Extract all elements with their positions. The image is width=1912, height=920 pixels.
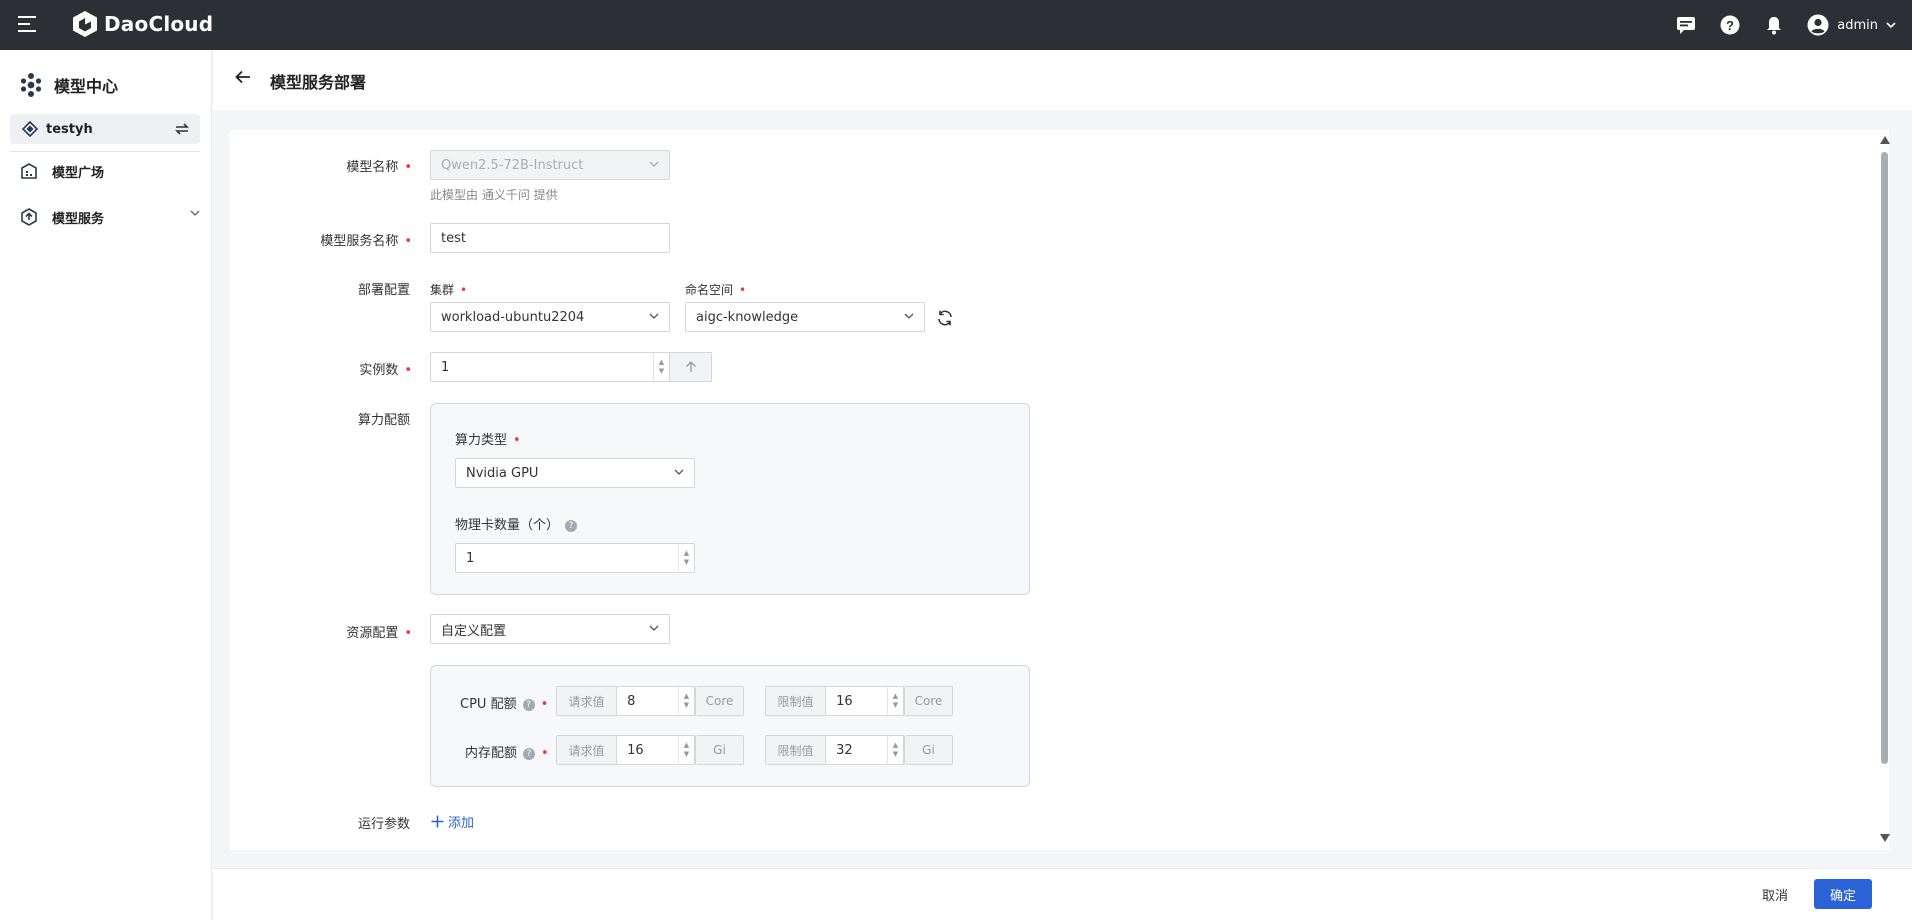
service-hexagon-icon xyxy=(21,208,37,226)
sidebar-item-label: 模型广场 xyxy=(52,165,105,181)
username: admin xyxy=(1837,17,1878,33)
scrollbar-thumb[interactable] xyxy=(1881,152,1888,764)
model-center-icon xyxy=(20,73,42,97)
cpu-request-input[interactable]: 8 ▲ ▼ xyxy=(616,687,695,715)
chevron-down-icon xyxy=(649,625,659,631)
help-icon[interactable]: ? xyxy=(523,747,536,760)
brand-name: DaoCloud xyxy=(104,12,214,36)
sidebar-item-model-square[interactable]: 模型广场 xyxy=(20,156,200,186)
service-name-label: 模型服务名称 • xyxy=(320,234,412,249)
avatar-icon xyxy=(1807,14,1829,36)
gpu-count-label: 物理卡数量（个）? xyxy=(455,514,578,533)
cluster-select[interactable]: workload-ubuntu2204 xyxy=(430,302,670,332)
cpu-limit-unit: Core xyxy=(905,686,953,716)
memory-limit-unit: Gi xyxy=(905,735,953,765)
runtime-params-label: 运行参数 xyxy=(357,817,410,832)
resource-quota-panel xyxy=(430,665,1030,787)
model-provider-hint: 此模型由 通义千问 提供 xyxy=(430,188,558,202)
svg-text:?: ? xyxy=(1726,18,1734,33)
replicas-input[interactable]: 1 ▲ ▼ xyxy=(430,352,670,382)
replicas-stepper[interactable]: ▲ ▼ xyxy=(653,353,669,381)
cpu-quota-label: CPU 配额? • xyxy=(460,697,549,712)
gpu-count-input[interactable]: 1 ▲ ▼ xyxy=(455,543,695,573)
back-arrow-icon[interactable] xyxy=(235,70,251,84)
cpu-request-group: 请求值 8 ▲ ▼ xyxy=(556,686,696,716)
chevron-down-icon xyxy=(1886,22,1896,28)
scroll-down-arrow-icon[interactable] xyxy=(1880,834,1890,842)
resource-config-label: 资源配置 • xyxy=(346,626,412,641)
chevron-down-icon xyxy=(674,469,684,475)
help-icon[interactable]: ? xyxy=(522,698,535,711)
sidebar-divider xyxy=(10,151,200,152)
arrow-up-icon xyxy=(685,361,696,372)
add-runtime-param-button[interactable]: 添加 xyxy=(431,812,474,831)
scale-up-button[interactable] xyxy=(669,352,712,382)
resource-config-select[interactable]: 自定义配置 xyxy=(430,614,670,644)
memory-request-input[interactable]: 16 ▲ ▼ xyxy=(616,736,695,764)
workspace-selector[interactable]: testyh xyxy=(10,114,200,144)
compute-type-select[interactable]: Nvidia GPU xyxy=(455,458,695,488)
workspace-name: testyh xyxy=(46,121,93,137)
message-icon[interactable] xyxy=(1675,14,1697,36)
cpu-request-unit: Core xyxy=(696,686,744,716)
sidebar-item-model-service[interactable]: 模型服务 xyxy=(20,202,200,232)
memory-request-unit: Gi xyxy=(696,735,744,765)
page-title: 模型服务部署 xyxy=(270,73,367,92)
cpu-limit-stepper[interactable]: ▲ ▼ xyxy=(887,687,903,715)
sidebar: 模型中心 testyh 模型广场 模型服务 xyxy=(0,50,212,920)
memory-limit-input[interactable]: 32 ▲ ▼ xyxy=(825,736,904,764)
memory-quota-label: 内存配额? • xyxy=(465,746,549,761)
memory-request-group: 请求值 16 ▲ ▼ xyxy=(556,735,696,765)
top-bar: DaoCloud ? admin xyxy=(0,0,1912,50)
chevron-down-icon xyxy=(649,161,659,167)
memory-limit-group: 限制值 32 ▲ ▼ xyxy=(765,735,905,765)
namespace-label: 命名空间 • xyxy=(685,283,747,297)
chevron-down-icon xyxy=(649,313,659,319)
help-icon[interactable]: ? xyxy=(1719,14,1741,36)
gpu-count-stepper[interactable]: ▲ ▼ xyxy=(678,544,694,572)
daocloud-logo-icon xyxy=(73,11,97,37)
notification-bell-icon[interactable] xyxy=(1763,14,1785,36)
cancel-button[interactable]: 取消 xyxy=(1758,880,1792,908)
logo[interactable]: DaoCloud xyxy=(72,10,213,38)
chevron-down-icon xyxy=(190,210,200,216)
refresh-icon[interactable] xyxy=(936,309,954,327)
cpu-request-stepper[interactable]: ▲ ▼ xyxy=(678,687,694,715)
memory-limit-stepper[interactable]: ▲ ▼ xyxy=(887,736,903,764)
scroll-up-arrow-icon[interactable] xyxy=(1880,136,1890,144)
menu-icon[interactable] xyxy=(18,16,36,32)
confirm-button[interactable]: 确定 xyxy=(1814,879,1872,909)
compute-quota-label: 算力配额 xyxy=(357,413,410,428)
workspace-icon xyxy=(22,121,38,137)
help-icon[interactable]: ? xyxy=(565,519,578,532)
model-name-label: 模型名称 • xyxy=(346,160,412,175)
switch-icon[interactable] xyxy=(174,121,190,137)
building-icon xyxy=(21,163,37,179)
memory-request-stepper[interactable]: ▲ ▼ xyxy=(678,736,694,764)
model-name-select: Qwen2.5-72B-Instruct xyxy=(430,150,670,180)
deploy-config-label: 部署配置 xyxy=(357,283,410,298)
chevron-down-icon xyxy=(904,313,914,319)
page-header: 模型服务部署 xyxy=(213,50,1912,110)
compute-type-label: 算力类型 • xyxy=(455,433,521,448)
cpu-limit-input[interactable]: 16 ▲ ▼ xyxy=(825,687,904,715)
replicas-label: 实例数 • xyxy=(359,363,412,378)
user-menu[interactable]: admin xyxy=(1807,14,1896,36)
sidebar-title: 模型中心 xyxy=(20,72,118,98)
service-name-input[interactable]: test xyxy=(430,223,670,253)
cluster-label: 集群 • xyxy=(430,283,468,297)
sidebar-item-label: 模型服务 xyxy=(52,211,105,227)
namespace-select[interactable]: aigc-knowledge xyxy=(685,302,925,332)
plus-icon xyxy=(431,815,444,828)
cpu-limit-group: 限制值 16 ▲ ▼ xyxy=(765,686,905,716)
footer-bar xyxy=(213,868,1912,920)
